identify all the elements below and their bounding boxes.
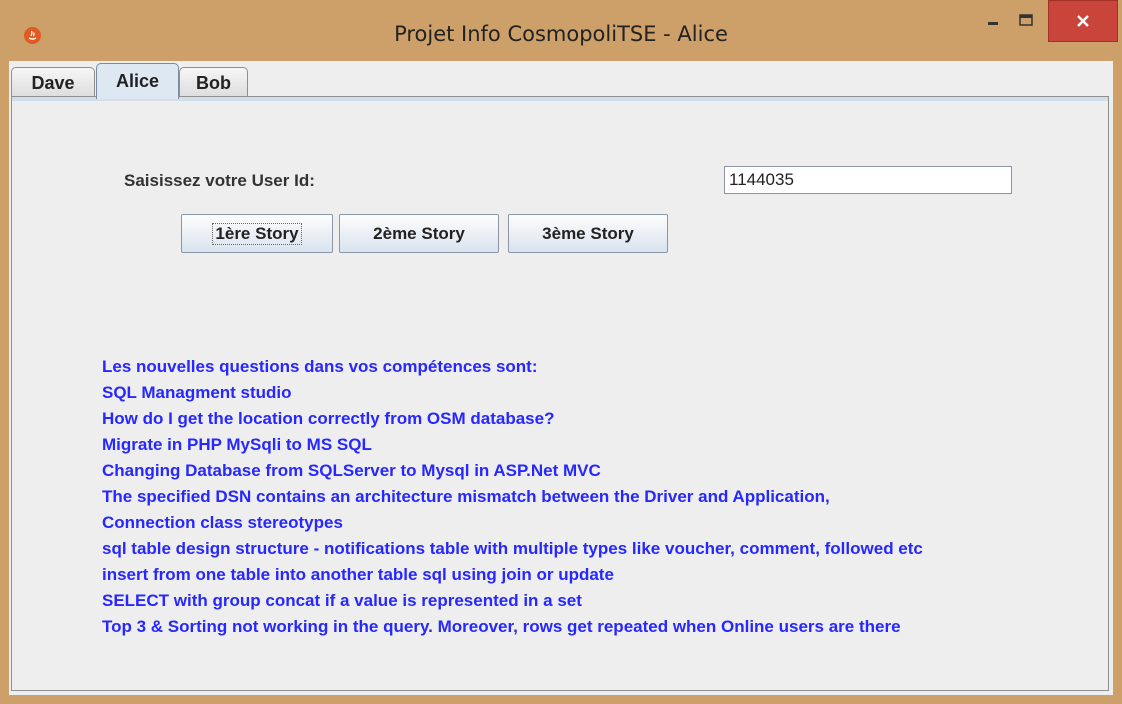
tab-strip: Dave Alice Bob xyxy=(9,63,1113,99)
client-area: Dave Alice Bob Saisissez votre User Id: … xyxy=(9,61,1113,695)
tab-dave[interactable]: Dave xyxy=(11,67,95,98)
close-icon xyxy=(1077,15,1089,27)
story-1-label: 1ère Story xyxy=(212,222,302,245)
question-item: Top 3 & Sorting not working in the query… xyxy=(102,617,901,636)
story-3-button[interactable]: 3ème Story xyxy=(508,214,668,253)
question-item: The specified DSN contains an architectu… xyxy=(102,487,830,506)
title-bar[interactable]: Projet Info CosmopoliTSE - Alice xyxy=(0,0,1122,60)
question-item: insert from one table into another table… xyxy=(102,565,614,584)
userid-input[interactable] xyxy=(724,166,1012,194)
story-1-button[interactable]: 1ère Story xyxy=(181,214,333,253)
tab-bob[interactable]: Bob xyxy=(179,67,248,98)
maximize-icon xyxy=(1019,14,1033,26)
question-item: Connection class stereotypes xyxy=(102,513,343,532)
questions-heading: Les nouvelles questions dans vos compéte… xyxy=(102,357,538,376)
question-item: SELECT with group concat if a value is r… xyxy=(102,591,582,610)
story-2-button[interactable]: 2ème Story xyxy=(339,214,499,253)
tab-panel: Saisissez votre User Id: 1ère Story 2ème… xyxy=(11,96,1109,691)
minimize-icon xyxy=(987,22,998,25)
window-title: Projet Info CosmopoliTSE - Alice xyxy=(394,22,728,46)
question-item: Migrate in PHP MySqli to MS SQL xyxy=(102,435,372,454)
question-item: SQL Managment studio xyxy=(102,383,292,402)
maximize-button[interactable] xyxy=(1001,0,1051,42)
app-window: Projet Info CosmopoliTSE - Alice Dave Al… xyxy=(0,0,1122,704)
question-item: How do I get the location correctly from… xyxy=(102,409,555,428)
question-item: Changing Database from SQLServer to Mysq… xyxy=(102,461,601,480)
question-item: sql table design structure - notificatio… xyxy=(102,539,923,558)
userid-label: Saisissez votre User Id: xyxy=(124,171,315,190)
questions-list: Les nouvelles questions dans vos compéte… xyxy=(102,354,923,640)
close-button[interactable] xyxy=(1048,0,1118,42)
tab-alice[interactable]: Alice xyxy=(96,63,179,99)
